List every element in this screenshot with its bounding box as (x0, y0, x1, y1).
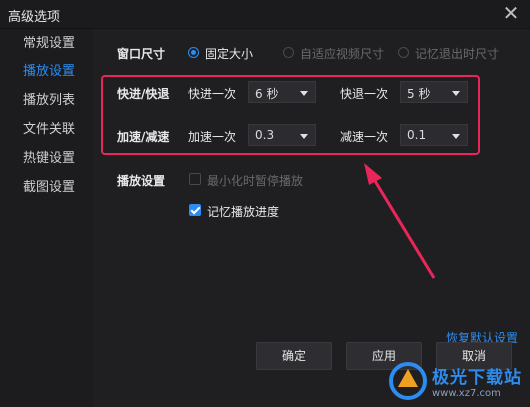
annotation-arrow-shaft (370, 175, 436, 279)
watermark-text: 极光下载站 (432, 368, 522, 388)
watermark-logo (389, 362, 427, 400)
annotation-arrow (364, 163, 436, 279)
watermark-url: www.xz7.com (432, 388, 501, 399)
annotation-arrow-head (364, 163, 382, 185)
watermark: 极光下载站 www.xz7.com (389, 362, 522, 400)
